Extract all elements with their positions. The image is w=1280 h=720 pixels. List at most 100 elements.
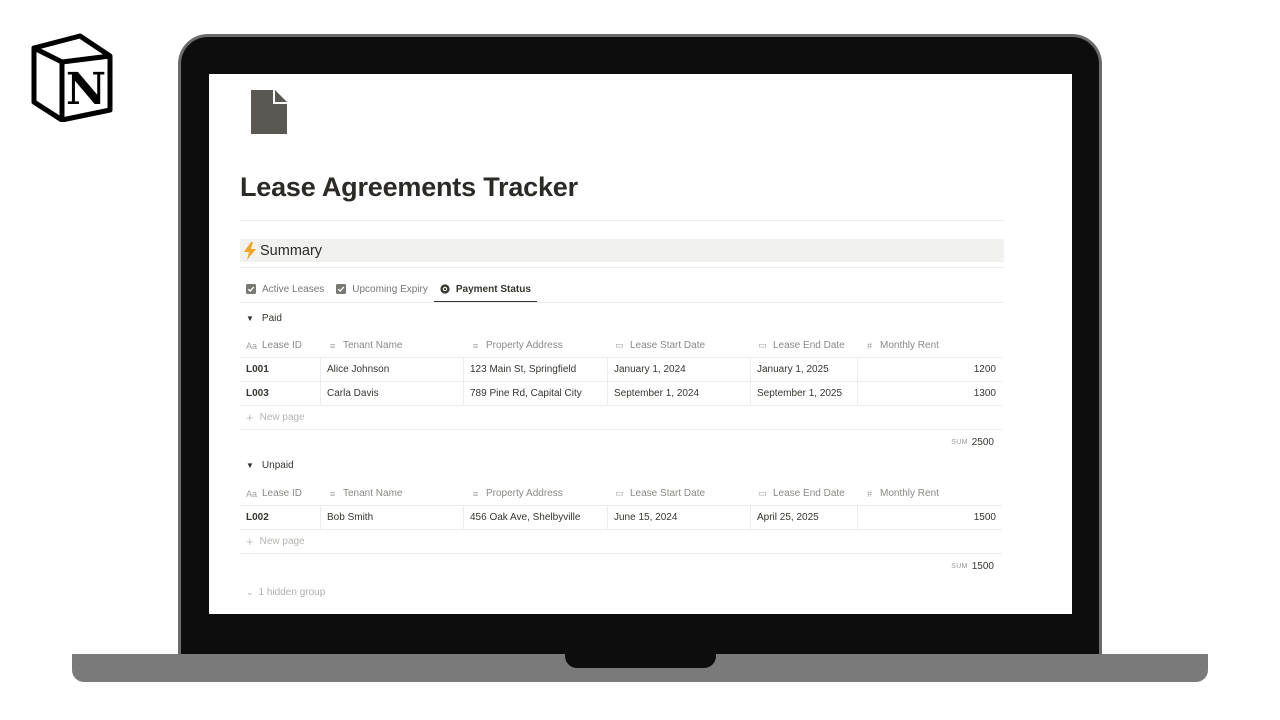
notion-logo-icon: N (31, 33, 113, 122)
laptop-notch (565, 654, 716, 668)
rent-cell[interactable]: 1500 (858, 506, 1002, 529)
lease-id-cell[interactable]: L002 (240, 506, 321, 529)
address-cell[interactable]: 456 Oak Ave, Shelbyville (464, 506, 608, 529)
column-header-lease-id[interactable]: Aa Lease ID (240, 482, 321, 505)
column-header-lease-end-date[interactable]: ▭ Lease End Date (751, 334, 858, 357)
hidden-group-toggle[interactable]: ⌄ 1 hidden group (246, 587, 325, 598)
number-property-icon: # (866, 488, 872, 499)
title-property-icon: Aa (246, 488, 258, 499)
column-header-lease-end-date[interactable]: ▭ Lease End Date (751, 482, 858, 505)
callout-text: Summary (260, 242, 323, 259)
sum-label: SUM (951, 562, 968, 570)
hidden-group-label: 1 hidden group (258, 587, 326, 598)
start-date-cell[interactable]: January 1, 2024 (608, 358, 751, 381)
column-header-monthly-rent[interactable]: # Monthly Rent (858, 334, 1002, 357)
tab-active-leases[interactable]: Active Leases (240, 279, 330, 299)
tenant-cell[interactable]: Bob Smith (321, 506, 464, 529)
title-property-icon: Aa (246, 340, 258, 351)
text-property-icon: ≡ (329, 488, 336, 499)
text-property-icon: ≡ (472, 340, 479, 351)
new-page-button[interactable]: + New page (240, 530, 1002, 554)
column-label: Lease Start Date (630, 488, 706, 499)
tab-label: Active Leases (262, 283, 325, 295)
column-label: Property Address (486, 488, 563, 499)
table-row[interactable]: L001 Alice Johnson 123 Main St, Springfi… (240, 358, 1002, 382)
table-header: Aa Lease ID ≡ Tenant Name ≡ Property Addres… (240, 482, 1002, 506)
document-icon (251, 90, 287, 134)
column-header-lease-id[interactable]: Aa Lease ID (240, 334, 321, 357)
summary-callout: Summary (240, 239, 1004, 262)
column-label: Lease ID (262, 488, 303, 499)
table-row[interactable]: L003 Carla Davis 789 Pine Rd, Capital Ci… (240, 382, 1002, 406)
rent-cell[interactable]: 1300 (858, 382, 1002, 405)
sum-value: 1500 (971, 560, 994, 572)
column-header-tenant-name[interactable]: ≡ Tenant Name (321, 482, 464, 505)
column-label: Tenant Name (343, 340, 403, 351)
tab-upcoming-expiry[interactable]: Upcoming Expiry (330, 279, 434, 299)
table-unpaid: Aa Lease ID ≡ Tenant Name ≡ Property Addres… (240, 482, 1002, 578)
calendar-icon: ▭ (758, 488, 767, 498)
column-label: Tenant Name (343, 488, 403, 499)
group-name: Unpaid (261, 460, 294, 471)
status-icon (440, 284, 450, 294)
tabs-divider (240, 302, 1004, 303)
address-cell[interactable]: 123 Main St, Springfield (464, 358, 608, 381)
column-label: Monthly Rent (880, 340, 939, 351)
lease-id-cell[interactable]: L003 (240, 382, 321, 405)
column-header-tenant-name[interactable]: ≡ Tenant Name (321, 334, 464, 357)
column-header-property-address[interactable]: ≡ Property Address (464, 334, 608, 357)
column-label: Lease End Date (773, 488, 845, 499)
page-title: Lease Agreements Tracker (240, 172, 578, 202)
tab-label: Upcoming Expiry (352, 283, 428, 295)
triangle-down-icon: ▼ (246, 314, 254, 323)
new-page-button[interactable]: + New page (240, 406, 1002, 430)
column-label: Monthly Rent (880, 488, 939, 499)
start-date-cell[interactable]: September 1, 2024 (608, 382, 751, 405)
calendar-icon: ▭ (615, 488, 624, 498)
number-property-icon: # (866, 340, 872, 351)
new-page-label: New page (259, 412, 305, 423)
table-paid: Aa Lease ID ≡ Tenant Name ≡ Property Addres… (240, 334, 1002, 454)
sum-label: SUM (951, 438, 968, 446)
calendar-icon: ▭ (615, 340, 624, 350)
text-property-icon: ≡ (329, 340, 336, 351)
callout-divider (240, 267, 1004, 268)
group-toggle-paid[interactable]: ▼ Paid (246, 313, 282, 324)
tenant-cell[interactable]: Carla Davis (321, 382, 464, 405)
start-date-cell[interactable]: June 15, 2024 (608, 506, 751, 529)
new-page-label: New page (259, 536, 305, 547)
end-date-cell[interactable]: January 1, 2025 (751, 358, 858, 381)
lease-id-cell[interactable]: L001 (240, 358, 321, 381)
address-cell[interactable]: 789 Pine Rd, Capital City (464, 382, 608, 405)
rent-cell[interactable]: 1200 (858, 358, 1002, 381)
notion-page: Lease Agreements Tracker Summary Active … (209, 74, 1072, 614)
tab-payment-status[interactable]: Payment Status (433, 279, 537, 303)
column-header-property-address[interactable]: ≡ Property Address (464, 482, 608, 505)
sum-value: 2500 (971, 436, 994, 448)
column-label: Lease ID (262, 340, 303, 351)
triangle-down-icon: ▼ (246, 461, 254, 470)
table-row[interactable]: L002 Bob Smith 456 Oak Ave, Shelbyville … (240, 506, 1002, 530)
title-divider (240, 220, 1004, 221)
chevron-down-icon: ⌄ (246, 587, 254, 597)
table-header: Aa Lease ID ≡ Tenant Name ≡ Property Addres… (240, 334, 1002, 358)
group-name: Paid (261, 313, 282, 324)
column-label: Property Address (486, 340, 563, 351)
column-header-lease-start-date[interactable]: ▭ Lease Start Date (608, 482, 751, 505)
group-toggle-unpaid[interactable]: ▼ Unpaid (246, 460, 294, 471)
end-date-cell[interactable]: September 1, 2025 (751, 382, 858, 405)
sum-footer: SUM 1500 (240, 554, 1002, 578)
column-label: Lease Start Date (630, 340, 706, 351)
column-label: Lease End Date (773, 340, 845, 351)
tab-label: Payment Status (455, 283, 531, 295)
column-header-lease-start-date[interactable]: ▭ Lease Start Date (608, 334, 751, 357)
tenant-cell[interactable]: Alice Johnson (321, 358, 464, 381)
plus-icon: + (246, 410, 254, 425)
calendar-icon: ▭ (758, 340, 767, 350)
lightning-icon (244, 241, 256, 260)
logo-letter: N (66, 64, 106, 115)
checkbox-icon (246, 284, 256, 294)
sum-footer: SUM 2500 (240, 430, 1002, 454)
column-header-monthly-rent[interactable]: # Monthly Rent (858, 482, 1002, 505)
end-date-cell[interactable]: April 25, 2025 (751, 506, 858, 529)
